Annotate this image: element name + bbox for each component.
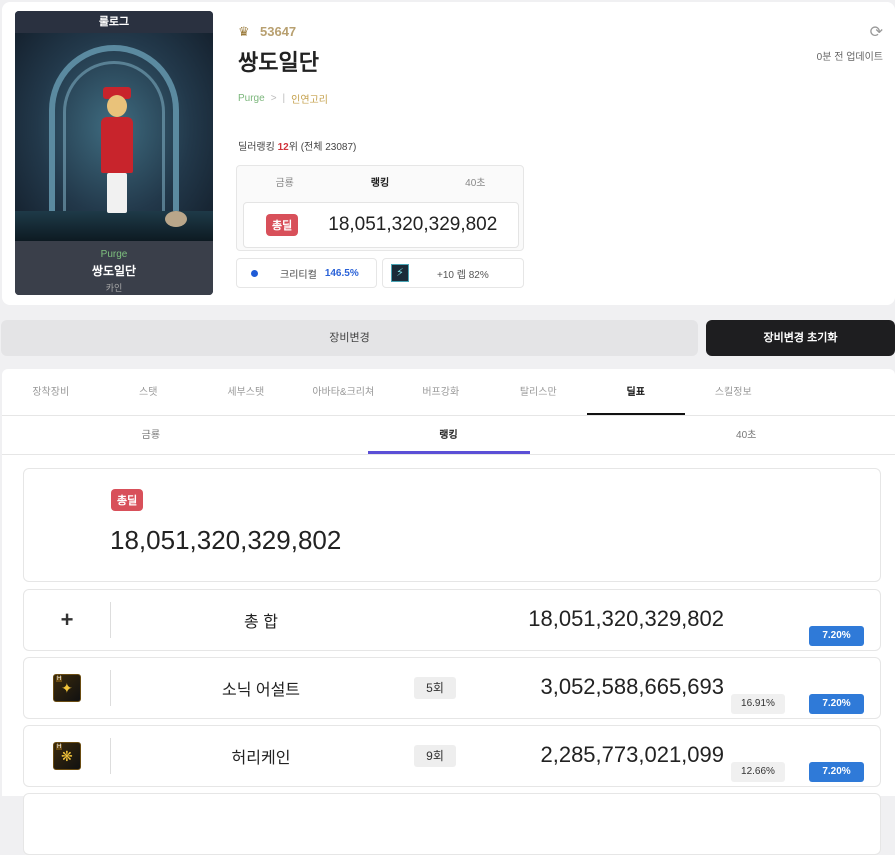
row-skill-name: 소닉 어설트 [221,682,301,699]
fame-row: ♛ 53647 [238,24,356,39]
crit-value: 146.5% [324,267,359,279]
character-panel: 룰로그 Purge 쌍도일단 카인 [15,11,213,295]
sonic-assault-skill-icon: H ✦ [53,674,81,702]
damage-summary-box: 금룡 랭킹 40초 총딜 18,051,320,329,802 [236,165,524,251]
tab-damage-table[interactable]: 딜표 [587,369,685,415]
guild-tag[interactable]: 인연고리 [291,91,328,106]
fame-icon: ♛ [238,23,250,39]
summary-total-value: 18,051,320,329,802 [328,214,498,235]
table-row[interactable]: H ❋ 허리케인 9회 2,285,773,021,099 12.66% 7.20… [23,725,881,787]
main-tabs: 장착장비 스탯 세부스탯 아바타&크리쳐 버프강화 탈리스만 딜표 스킬정보 [2,369,895,416]
summary-tab-2[interactable]: 40초 [428,174,523,189]
row-skill-name: 총 합 [244,614,278,631]
hurricane-skill-icon: H ❋ [53,742,81,770]
character-server-label: 카인 [105,283,123,293]
tab-detail-stats[interactable]: 세부스탯 [197,369,295,415]
row-percent-badge: 7.20% [809,762,864,782]
summary-tabs: 금룡 랭킹 40초 [237,166,523,196]
change-equipment-button[interactable]: 장비변경 [1,320,698,356]
summary-total: 총딜 18,051,320,329,802 [243,202,519,248]
enhance-pill: ⚡ +10 렙 82% [382,258,524,288]
sub-tabs: 금룡 랭킹 40초 [2,416,895,455]
crit-pill: 크리티컬 146.5% [236,258,377,288]
row-percent-badge: 7.20% [809,626,864,646]
character-info: ♛ 53647 쌍도일단 Purge > | 인연고리 딜러랭킹 12위 (전체… [238,24,356,153]
total-damage-card: 총딜 18,051,320,329,802 [23,468,881,582]
row-damage-value: 3,052,588,665,693 [540,674,724,699]
subtab-0[interactable]: 금룡 [2,416,300,454]
total-damage-value: 18,051,320,329,802 [110,525,342,555]
table-row[interactable] [23,793,881,855]
enhance-label: +10 렙 82% [437,269,489,281]
dealer-rank-number: 12 [277,142,289,153]
subtab-1[interactable]: 랭킹 [300,416,598,454]
character-illustration [15,33,213,241]
update-time: 0분 전 업데이트 [816,52,883,63]
dealer-rank-line: 딜러랭킹 12위 (전체 23087) [238,142,357,153]
summary-tab-1[interactable]: 랭킹 [332,174,427,189]
main-panel: 장착장비 스탯 세부스탯 아바타&크리쳐 버프강화 탈리스만 딜표 스킬정보 금… [2,369,895,855]
character-title: 쌍도일단 [238,50,319,75]
tab-avatar-creature[interactable]: 아바타&크리쳐 [295,369,393,415]
row-hit-count: 9회 [414,745,456,767]
update-status: ⟳ 0분 전 업데이트 [817,22,883,63]
character-figure [97,87,137,215]
character-name-label: 쌍도일단 [91,264,137,278]
row-damage-value: 18,051,320,329,802 [528,606,724,631]
crit-dot-icon [251,269,258,277]
pet-creature [165,211,187,227]
tab-skill-info[interactable]: 스킬정보 [685,369,783,415]
tab-equipment[interactable]: 장착장비 [2,369,100,415]
table-row[interactable]: H ✦ 소닉 어설트 5회 3,052,588,665,693 16.91% 7.… [23,657,881,719]
character-tags: Purge > | 인연고리 [238,91,356,106]
crit-label: 크리티컬 [280,269,317,281]
summary-tab-0[interactable]: 금룡 [237,174,332,189]
total-damage-badge: 총딜 [266,214,299,236]
total-damage-badge: 총딜 [111,489,144,511]
profile-card: 룰로그 Purge 쌍도일단 카인 ♛ 53647 쌍도일단 Purge > |… [2,2,895,305]
row-hit-count: 5회 [414,677,456,699]
character-panel-footer: Purge 쌍도일단 카인 [15,241,213,295]
row-percent-badge: 7.20% [809,694,864,714]
row-skill-name: 허리케인 [231,750,291,767]
enhance-icon: ⚡ [391,264,409,282]
plus-icon[interactable]: + [61,607,74,633]
row-damage-value: 2,285,773,021,099 [540,742,724,767]
tag-divider: | [282,93,286,104]
tab-buff[interactable]: 버프강화 [392,369,490,415]
refresh-icon[interactable]: ⟳ [870,22,883,42]
subtab-2[interactable]: 40초 [597,416,895,454]
class-tag[interactable]: Purge [238,93,265,104]
reset-equipment-button[interactable]: 장비변경 초기화 [706,320,895,356]
fame-value: 53647 [260,24,297,39]
character-panel-header: 룰로그 [15,11,213,33]
character-class-label: Purge [100,249,128,260]
tab-stats[interactable]: 스탯 [100,369,198,415]
row-share-percent: 16.91% [731,694,785,714]
table-row[interactable]: + 총 합 18,051,320,329,802 7.20% [23,589,881,651]
chevron-right-icon: > [270,93,277,104]
row-share-percent: 12.66% [731,762,785,782]
tab-talisman[interactable]: 탈리스만 [490,369,588,415]
